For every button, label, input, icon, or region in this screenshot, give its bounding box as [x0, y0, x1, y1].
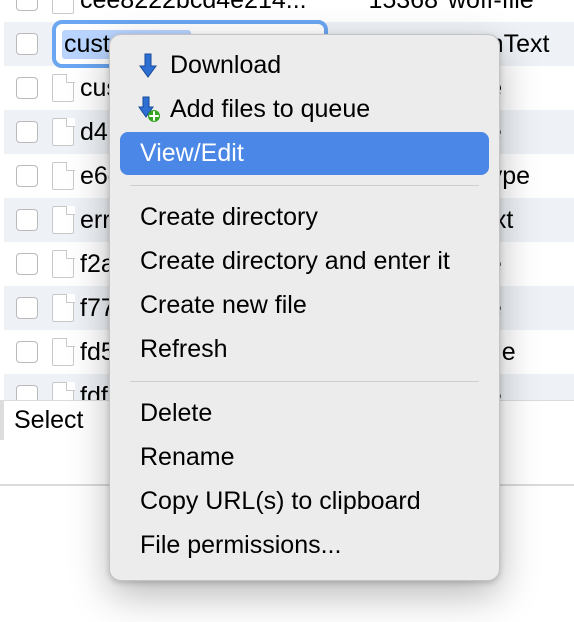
file-icon [52, 0, 80, 14]
row-checkbox[interactable] [16, 209, 38, 231]
file-icon [52, 74, 80, 102]
row-checkbox[interactable] [16, 121, 38, 143]
menu-view-edit-label: View/Edit [140, 139, 244, 168]
file-icon [52, 162, 80, 190]
row-checkbox[interactable] [16, 165, 38, 187]
queue-icon [132, 96, 164, 124]
file-icon [52, 206, 80, 234]
file-icon [52, 294, 80, 322]
row-checkbox-cell[interactable] [16, 77, 52, 99]
file-icon [52, 250, 80, 278]
row-checkbox[interactable] [16, 33, 38, 55]
file-name: cee8222bcd4e214... [80, 0, 356, 15]
row-checkbox-cell[interactable] [16, 341, 52, 363]
row-checkbox[interactable] [16, 341, 38, 363]
row-checkbox[interactable] [16, 0, 38, 11]
file-manager-panel: cee8222bcd4e214...15368woff-file99490Pla… [0, 0, 574, 622]
file-type: woff-file [448, 0, 574, 15]
menu-refresh-label: Refresh [140, 335, 228, 364]
row-checkbox-cell[interactable] [16, 165, 52, 187]
row-checkbox-cell[interactable] [16, 0, 52, 11]
menu-download[interactable]: Download [120, 44, 489, 87]
context-menu: Download Add files to queue View/Edit Cr… [109, 34, 500, 581]
row-checkbox[interactable] [16, 77, 38, 99]
menu-create-directory-enter-label: Create directory and enter it [140, 247, 450, 276]
menu-add-to-queue[interactable]: Add files to queue [120, 88, 489, 131]
menu-copy-url[interactable]: Copy URL(s) to clipboard [120, 480, 489, 523]
row-checkbox[interactable] [16, 297, 38, 319]
row-checkbox-cell[interactable] [16, 297, 52, 319]
row-checkbox-cell[interactable] [16, 253, 52, 275]
menu-view-edit[interactable]: View/Edit [120, 132, 489, 175]
menu-create-file-label: Create new file [140, 291, 307, 320]
menu-rename[interactable]: Rename [120, 436, 489, 479]
row-checkbox-cell[interactable] [16, 121, 52, 143]
file-size: 15368 [356, 0, 448, 15]
file-icon [52, 338, 80, 366]
status-text: Select [14, 406, 83, 435]
file-icon [52, 118, 80, 146]
menu-create-directory-enter[interactable]: Create directory and enter it [120, 240, 489, 283]
file-row[interactable]: cee8222bcd4e214...15368woff-file [4, 0, 574, 22]
menu-add-to-queue-label: Add files to queue [170, 95, 370, 124]
menu-create-file[interactable]: Create new file [120, 284, 489, 327]
menu-rename-label: Rename [140, 443, 235, 472]
menu-separator [130, 185, 479, 186]
menu-file-permissions-label: File permissions... [140, 531, 341, 560]
download-icon [132, 52, 164, 80]
menu-delete-label: Delete [140, 399, 212, 428]
menu-delete[interactable]: Delete [120, 392, 489, 435]
menu-separator [130, 381, 479, 382]
row-checkbox-cell[interactable] [16, 209, 52, 231]
row-checkbox-cell[interactable] [16, 33, 52, 55]
menu-download-label: Download [170, 51, 281, 80]
menu-file-permissions[interactable]: File permissions... [120, 524, 489, 567]
row-checkbox[interactable] [16, 253, 38, 275]
menu-copy-url-label: Copy URL(s) to clipboard [140, 487, 421, 516]
menu-create-directory-label: Create directory [140, 203, 318, 232]
menu-refresh[interactable]: Refresh [120, 328, 489, 371]
menu-create-directory[interactable]: Create directory [120, 196, 489, 239]
